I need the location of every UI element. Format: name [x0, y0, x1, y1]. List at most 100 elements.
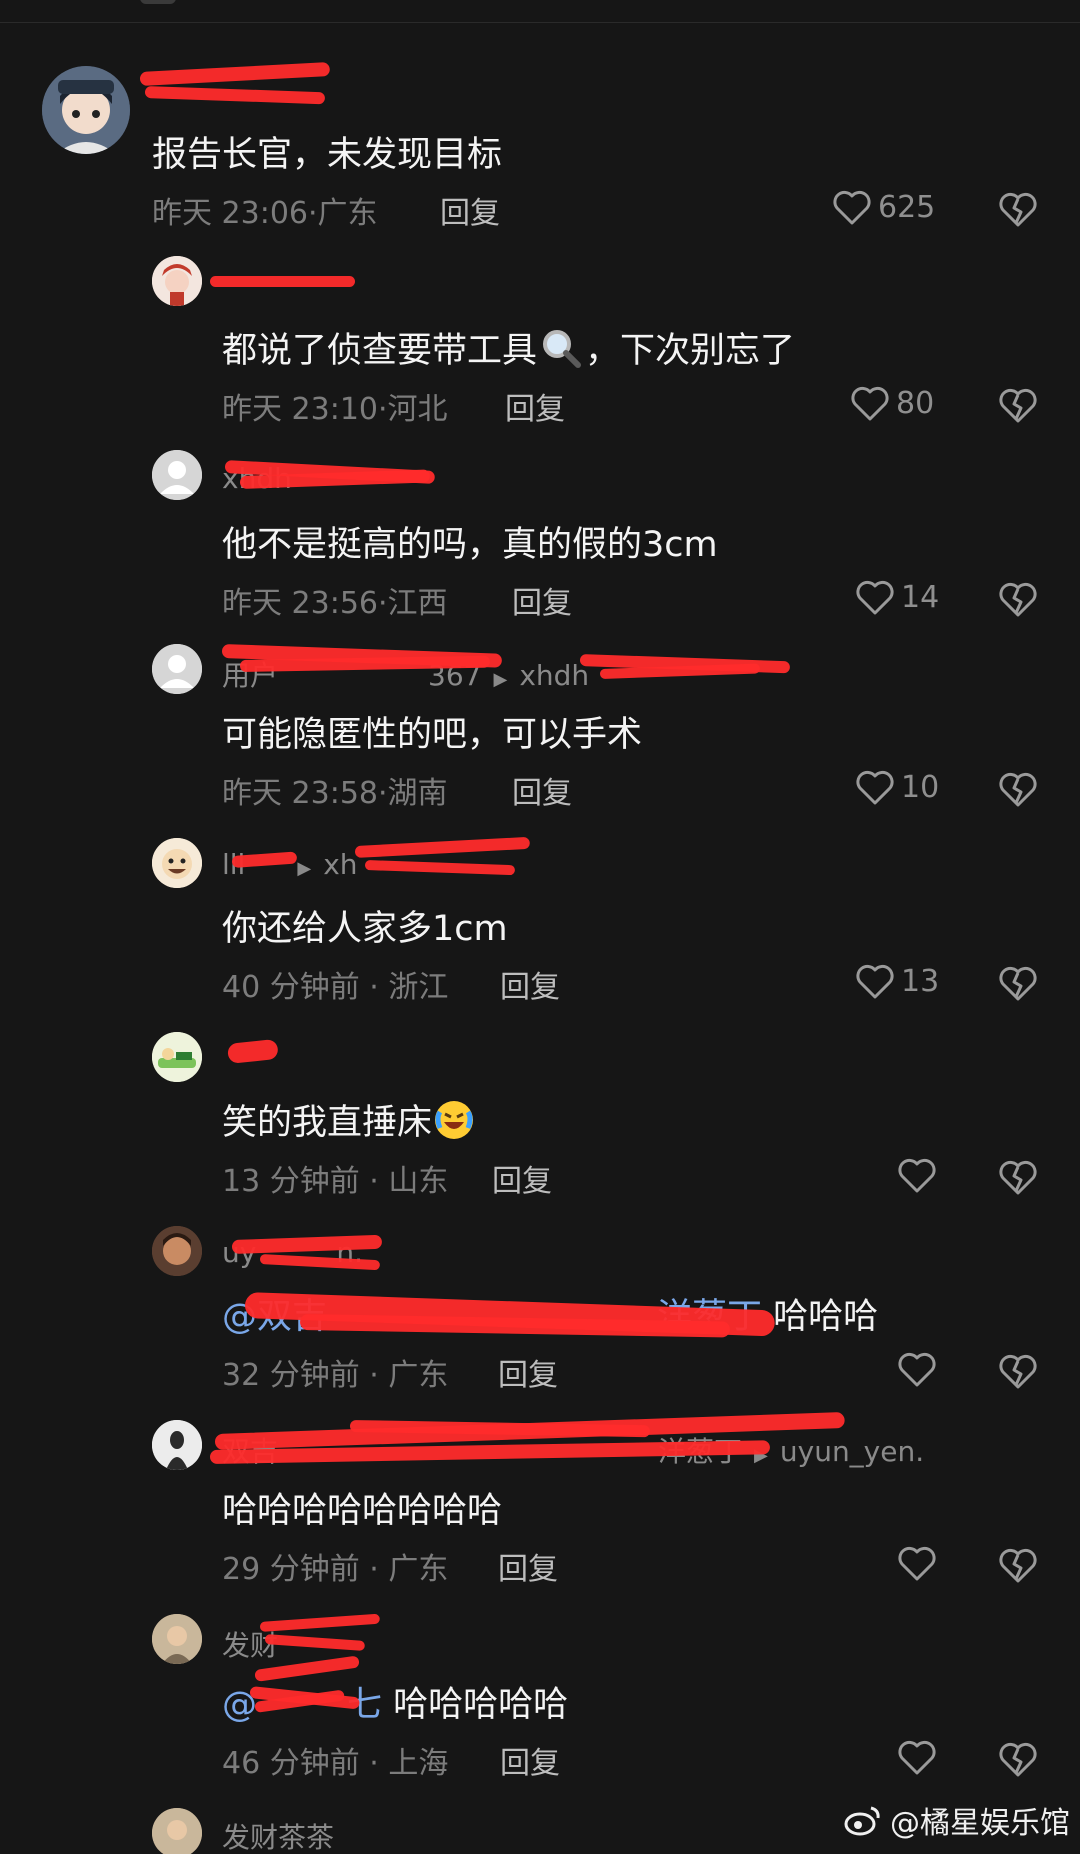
reply-button[interactable]: 回复 — [498, 1350, 558, 1394]
avatar[interactable] — [152, 1032, 202, 1082]
reply-button[interactable]: 回复 — [500, 962, 560, 1006]
reply-button[interactable]: 回复 — [512, 768, 572, 812]
comment-location: 河北 — [387, 392, 448, 427]
like-count: 10 — [901, 769, 940, 805]
like-button[interactable] — [897, 1156, 937, 1194]
dislike-button[interactable] — [998, 1546, 1038, 1584]
comment-meta: 46 分钟前 · 上海 — [222, 1738, 448, 1782]
comment-time: 昨天 23:06 — [152, 196, 308, 231]
dislike-button[interactable] — [998, 964, 1038, 1002]
comment-text: 可能隐匿性的吧，可以手术 — [222, 715, 643, 755]
broken-heart-icon — [999, 192, 1037, 227]
reply-button[interactable]: 回复 — [440, 188, 500, 232]
comment-text: 都说了侦查要带工具 ，下次别忘了 — [222, 322, 795, 373]
reply-button[interactable]: 回复 — [505, 384, 565, 428]
redaction-mark — [259, 1613, 381, 1632]
redaction-mark — [364, 860, 516, 876]
reply-button[interactable]: 回复 — [512, 578, 572, 622]
heart-icon — [898, 1546, 936, 1581]
meta-separator: · — [359, 1552, 389, 1587]
avatar[interactable] — [152, 1614, 202, 1664]
heart-icon — [898, 1352, 936, 1387]
watermark-text: @橘星娱乐馆 — [890, 1806, 1070, 1841]
comment-location: 江西 — [387, 586, 448, 621]
reply-arrow-icon: ▶ — [493, 669, 508, 690]
avatar[interactable] — [152, 644, 202, 694]
broken-heart-icon — [999, 772, 1037, 807]
avatar[interactable] — [152, 838, 202, 888]
meta-separator: · — [359, 1164, 389, 1199]
meta-separator: · — [359, 1358, 389, 1393]
comment-location: 山东 — [388, 1164, 449, 1199]
reply-to-user[interactable]: xh — [323, 848, 357, 881]
like-count: 80 — [896, 385, 935, 421]
comment-meta: 昨天 23:56·江西 — [222, 578, 448, 622]
avatar[interactable] — [152, 450, 202, 500]
comment-meta: 昨天 23:58·湖南 — [222, 768, 448, 812]
heart-icon — [898, 1158, 936, 1193]
reply-button[interactable]: 回复 — [498, 1544, 558, 1588]
broken-heart-icon — [999, 1742, 1037, 1777]
reply-button[interactable]: 回复 — [492, 1156, 552, 1200]
broken-heart-icon — [999, 582, 1037, 617]
comment-text: 报告长官，未发现目标 — [152, 135, 503, 175]
dislike-button[interactable] — [998, 770, 1038, 808]
comment-time: 昨天 23:56 — [222, 586, 378, 621]
comment-time: 46 分钟前 — [222, 1746, 360, 1781]
comment-time: 昨天 23:10 — [222, 392, 378, 427]
broken-heart-icon — [999, 966, 1037, 1001]
like-button[interactable]: 80 — [850, 384, 934, 422]
comment-meta: 32 分钟前 · 广东 — [222, 1350, 448, 1394]
like-button[interactable] — [897, 1350, 937, 1388]
heart-icon — [851, 386, 889, 421]
like-button[interactable]: 10 — [855, 768, 939, 806]
watermark: @橘星娱乐馆 — [844, 1798, 1070, 1842]
redaction-mark — [264, 1634, 366, 1651]
like-button[interactable]: 13 — [855, 962, 939, 1000]
like-count: 625 — [878, 189, 936, 225]
reply-to-user[interactable]: uyun_yen. — [780, 1435, 924, 1468]
like-button[interactable]: 625 — [832, 188, 935, 226]
comment-text: 你还给人家多1cm — [222, 909, 508, 949]
redaction-mark — [210, 276, 355, 287]
avatar[interactable] — [152, 256, 202, 306]
redaction-mark — [354, 836, 531, 858]
dislike-button[interactable] — [998, 1740, 1038, 1778]
like-button[interactable]: 14 — [855, 578, 939, 616]
meta-separator: · — [308, 196, 318, 231]
comment-text-part: 哈哈哈 — [773, 1297, 879, 1337]
comment-location: 广东 — [388, 1358, 449, 1393]
dislike-button[interactable] — [998, 386, 1038, 424]
avatar[interactable] — [152, 1808, 202, 1854]
crying-laugh-emoji-icon — [432, 1098, 476, 1142]
comment-meta: 13 分钟前 · 山东 — [222, 1156, 448, 1200]
reply-to-user[interactable]: xhdh — [519, 659, 589, 692]
like-button[interactable] — [897, 1544, 937, 1582]
like-button[interactable] — [897, 1738, 937, 1776]
broken-heart-icon — [999, 1548, 1037, 1583]
meta-separator: · — [378, 586, 388, 621]
avatar[interactable] — [152, 1420, 202, 1470]
reply-arrow-icon: ▶ — [297, 858, 312, 879]
comment-text-part: 哈哈哈哈哈 — [393, 1685, 569, 1725]
dislike-button[interactable] — [998, 190, 1038, 228]
avatar[interactable] — [42, 66, 130, 154]
dislike-button[interactable] — [998, 580, 1038, 618]
broken-heart-icon — [999, 1160, 1037, 1195]
comment-meta: 40 分钟前 · 浙江 — [222, 962, 448, 1006]
meta-separator: · — [378, 776, 388, 811]
comment-location: 广东 — [317, 196, 378, 231]
broken-heart-icon — [999, 388, 1037, 423]
like-count: 13 — [901, 963, 940, 999]
meta-separator: · — [359, 1746, 389, 1781]
comment-location: 浙江 — [388, 970, 449, 1005]
reply-button[interactable]: 回复 — [500, 1738, 560, 1782]
avatar[interactable] — [152, 1226, 202, 1276]
heart-icon — [856, 580, 894, 615]
dislike-button[interactable] — [998, 1158, 1038, 1196]
user-name[interactable]: 发财茶茶 — [222, 1816, 334, 1854]
dislike-button[interactable] — [998, 1352, 1038, 1390]
comment-time: 昨天 23:58 — [222, 776, 378, 811]
weibo-logo-icon — [844, 1806, 880, 1836]
top-handle — [140, 0, 176, 4]
